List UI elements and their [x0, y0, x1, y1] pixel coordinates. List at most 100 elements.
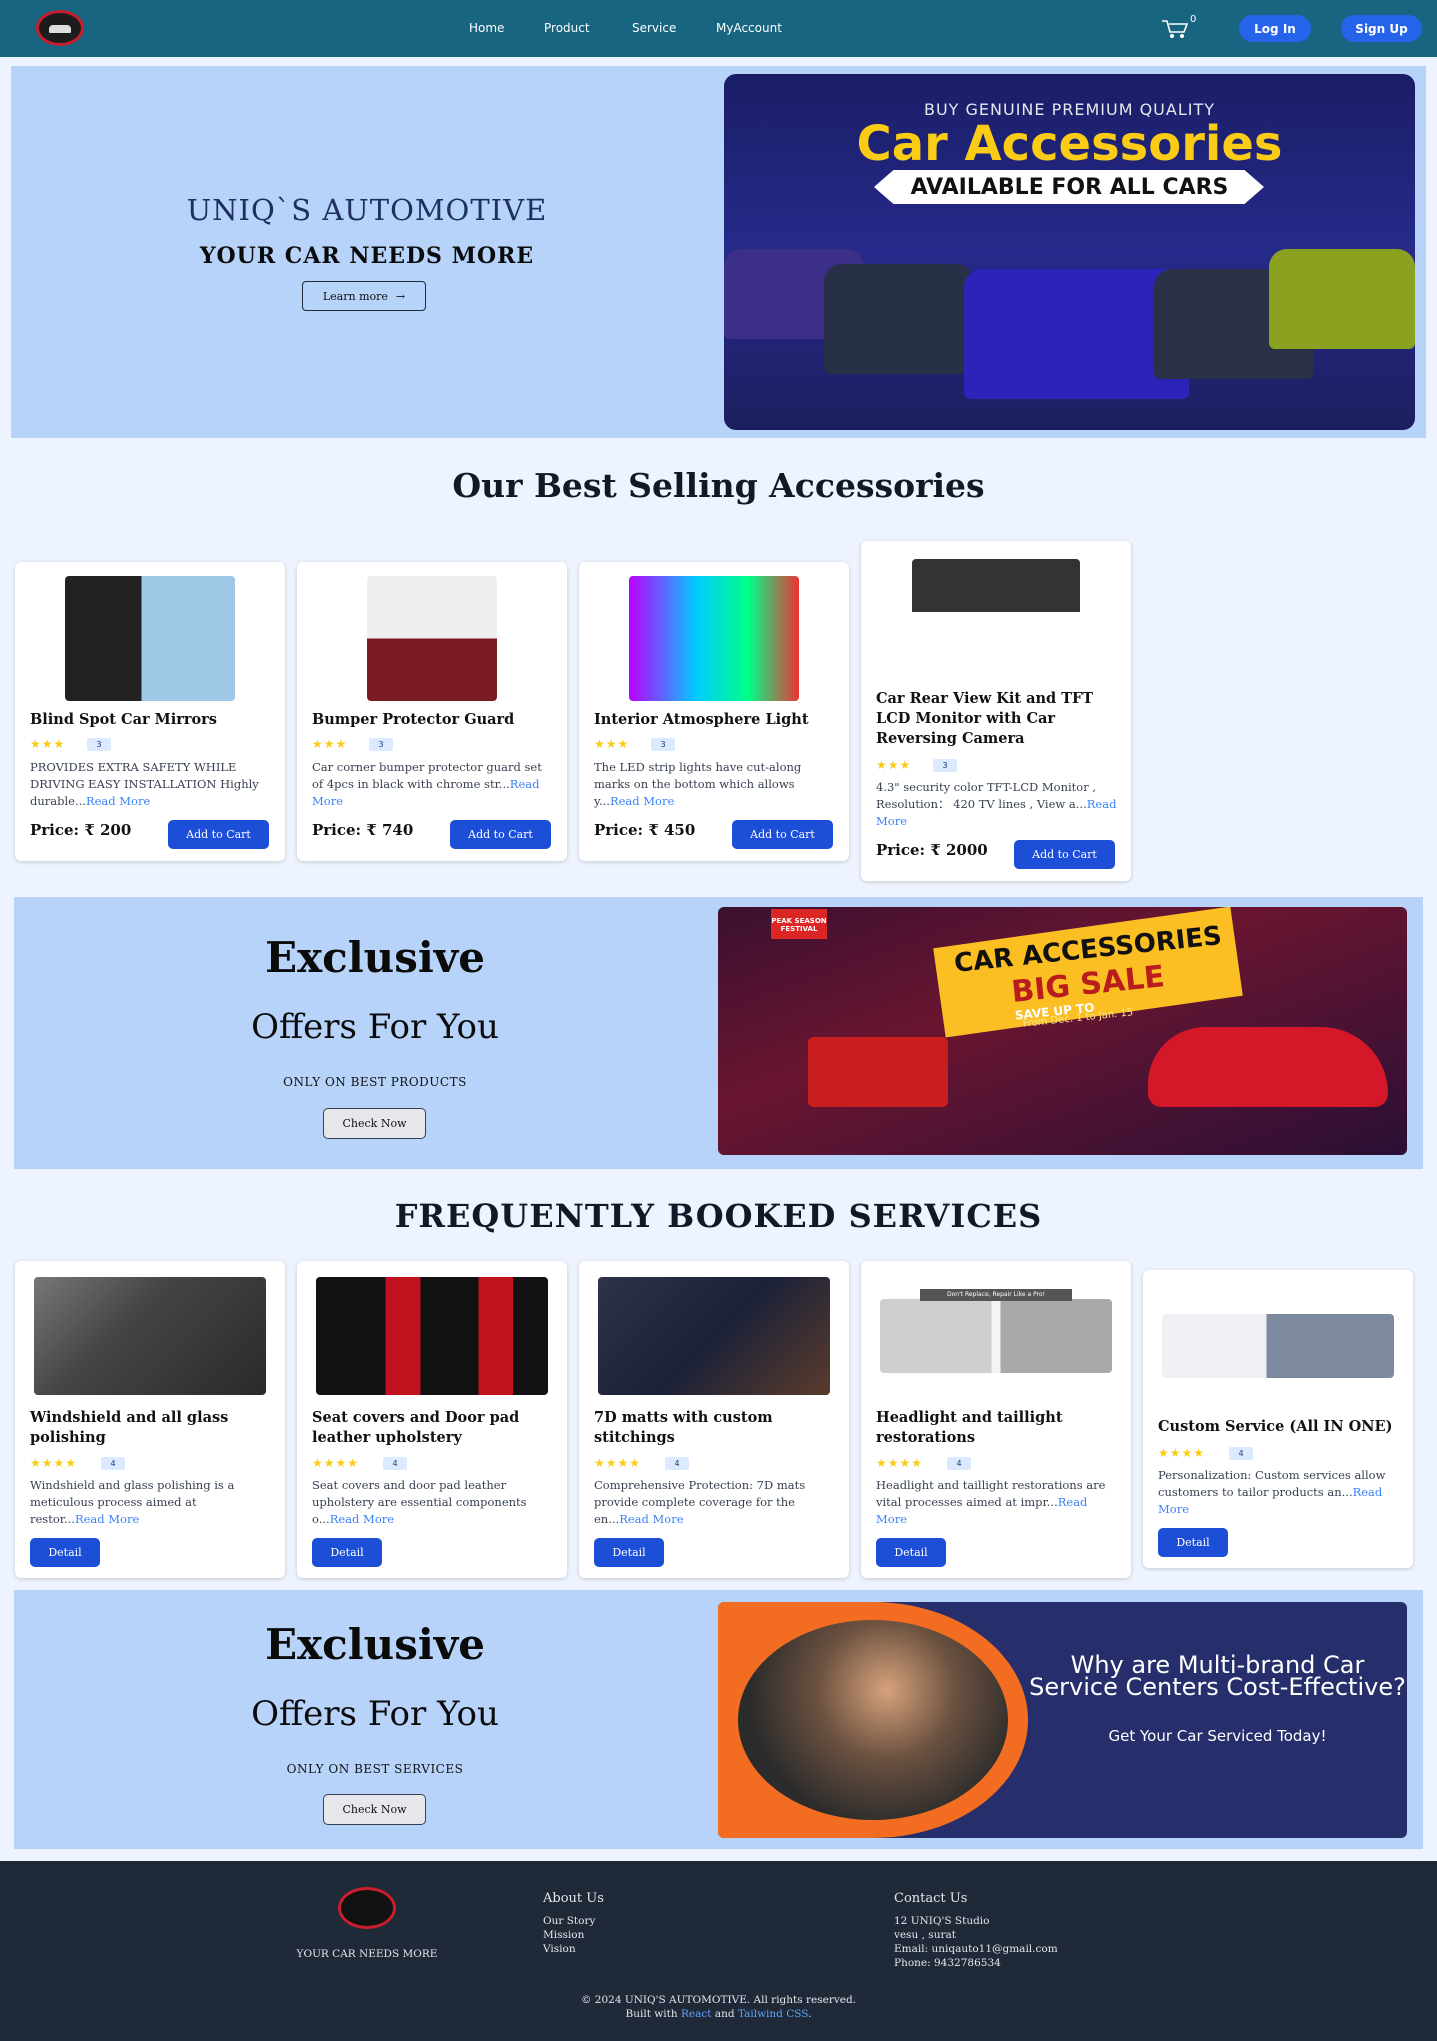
arrow-right-icon: →: [395, 289, 406, 303]
product-title: Blind Spot Car Mirrors: [30, 711, 217, 728]
service-desc: Windshield and glass polishing is a meti…: [30, 1478, 235, 1526]
offer-banner-services: Exclusive Offers For You ONLY ON BEST SE…: [14, 1590, 1423, 1849]
tailwind-link[interactable]: Tailwind CSS: [738, 2008, 808, 2020]
cart-icon[interactable]: [1160, 18, 1192, 38]
service-image: [34, 1277, 266, 1395]
service-desc: Comprehensive Protection: 7D mats provid…: [594, 1478, 806, 1526]
star-icon: ★★★★: [1158, 1446, 1206, 1460]
service-card: Custom Service (All IN ONE) ★★★★ 4 Perso…: [1143, 1270, 1413, 1568]
product-image: [65, 576, 235, 701]
footer-link-vision[interactable]: Vision: [543, 1943, 576, 1955]
contact-phone: Phone: 9432786534: [894, 1957, 1001, 1969]
check-now-button[interactable]: Check Now: [323, 1108, 426, 1139]
detail-button[interactable]: Detail: [1158, 1528, 1228, 1557]
nav-product[interactable]: Product: [544, 21, 590, 35]
detail-button[interactable]: Detail: [876, 1538, 946, 1567]
footer-link-mission[interactable]: Mission: [543, 1929, 584, 1941]
cart-count: 0: [1190, 14, 1197, 25]
offer-note: ONLY ON BEST PRODUCTS: [283, 1075, 467, 1089]
detail-button[interactable]: Detail: [594, 1538, 664, 1567]
service-image: [598, 1277, 830, 1395]
nav-service[interactable]: Service: [632, 21, 676, 35]
built-with: Built with React and Tailwind CSS.: [625, 2008, 812, 2020]
detail-button[interactable]: Detail: [312, 1538, 382, 1567]
product-price: Price: ₹ 2000: [876, 841, 988, 859]
read-more-link[interactable]: Read More: [86, 794, 150, 808]
read-more-link[interactable]: Read More: [610, 794, 674, 808]
festival-badge: PEAK SEASON FESTIVAL: [771, 909, 827, 939]
red-car-image: [1148, 1027, 1388, 1107]
contact-address2: vesu , surat: [894, 1929, 956, 1941]
add-to-cart-button[interactable]: Add to Cart: [732, 820, 833, 849]
top-navbar: Home Product Service MyAccount 0 Log In …: [0, 0, 1437, 57]
rating-badge: 4: [101, 1457, 125, 1470]
best-selling-title: Our Best Selling Accessories: [452, 466, 985, 505]
star-icon: ★★★★: [312, 1456, 360, 1470]
read-more-link[interactable]: Read More: [619, 1512, 683, 1526]
contact-email: Email: uniqauto11@gmail.com: [894, 1943, 1058, 1955]
hero-brand: UNIQ`S AUTOMOTIVE: [186, 193, 548, 227]
offer-heading: Exclusive: [265, 1620, 485, 1669]
product-image: [912, 559, 1080, 677]
product-card: Car Rear View Kit and TFT LCD Monitor wi…: [861, 541, 1131, 881]
nav-home[interactable]: Home: [469, 21, 504, 35]
service-image: [316, 1277, 548, 1395]
contact-address1: 12 UNIQ'S Studio: [894, 1915, 990, 1927]
headlight-banner-text: Don't Replace, Repair Like a Pro!: [920, 1289, 1072, 1301]
service-banner-image: Why are Multi-brand Car Service Centers …: [718, 1602, 1407, 1838]
rating-badge: 4: [947, 1457, 971, 1470]
add-to-cart-button[interactable]: Add to Cart: [450, 820, 551, 849]
product-desc: 4.3" security color TFT-LCD Monitor , Re…: [876, 780, 1117, 828]
copyright: © 2024 UNIQ'S AUTOMOTIVE. All rights res…: [580, 1994, 857, 2006]
footer: YOUR CAR NEEDS MORE About Us Our Story M…: [0, 1861, 1437, 2041]
about-heading: About Us: [543, 1891, 604, 1906]
rating-badge: 4: [1229, 1447, 1253, 1460]
service-desc: Personalization: Custom services allow c…: [1158, 1468, 1386, 1516]
service-card: Windshield and all glass polishing ★★★★ …: [15, 1261, 285, 1578]
service-image: [1162, 1314, 1394, 1378]
signup-button[interactable]: Sign Up: [1341, 15, 1422, 42]
product-title: Car Rear View Kit and TFT LCD Monitor wi…: [876, 690, 1094, 747]
offer-subheading: Offers For You: [251, 1694, 499, 1734]
learn-more-button[interactable]: Learn more →: [302, 281, 426, 311]
product-title: Bumper Protector Guard: [312, 711, 515, 728]
product-image: [367, 576, 497, 701]
nav-myaccount[interactable]: MyAccount: [716, 21, 782, 35]
logo-icon: [338, 1887, 396, 1929]
hero-tagline: YOUR CAR NEEDS MORE: [199, 243, 535, 269]
mechanic-photo: [738, 1620, 1008, 1820]
add-to-cart-button[interactable]: Add to Cart: [168, 820, 269, 849]
offer-note: ONLY ON BEST SERVICES: [286, 1762, 464, 1776]
service-banner-cta: Get Your Car Serviced Today!: [1108, 1727, 1327, 1745]
contact-heading: Contact Us: [894, 1891, 968, 1906]
product-card: Interior Atmosphere Light ★★★ 3 The LED …: [579, 562, 849, 861]
logo-icon[interactable]: [36, 10, 84, 46]
sale-banner-image: PEAK SEASON FESTIVAL CAR ACCESSORIES BIG…: [718, 907, 1407, 1155]
detail-button[interactable]: Detail: [30, 1538, 100, 1567]
rating-badge: 4: [665, 1457, 689, 1470]
product-title: Interior Atmosphere Light: [594, 711, 809, 728]
rating-badge: 3: [369, 738, 393, 751]
footer-link-story[interactable]: Our Story: [543, 1915, 595, 1927]
product-card: Bumper Protector Guard ★★★ 3 Car corner …: [297, 562, 567, 861]
login-button[interactable]: Log In: [1239, 15, 1311, 42]
star-icon: ★★★: [30, 737, 66, 751]
star-icon: ★★★: [312, 737, 348, 751]
star-icon: ★★★★: [876, 1456, 924, 1470]
offer-subheading: Offers For You: [251, 1007, 499, 1047]
rating-badge: 4: [383, 1457, 407, 1470]
add-to-cart-button[interactable]: Add to Cart: [1014, 840, 1115, 869]
product-image: [629, 576, 799, 701]
star-icon: ★★★: [876, 758, 912, 772]
product-price: Price: ₹ 450: [594, 821, 696, 839]
react-link[interactable]: React: [681, 2008, 711, 2020]
car-image: [824, 264, 974, 374]
product-desc: Car corner bumper protector guard set of…: [312, 760, 542, 808]
read-more-link[interactable]: Read More: [75, 1512, 139, 1526]
car-image: [1269, 249, 1415, 349]
read-more-link[interactable]: Read More: [330, 1512, 394, 1526]
footer-tagline: YOUR CAR NEEDS MORE: [296, 1948, 438, 1960]
service-title: Windshield and all glass polishing: [30, 1409, 229, 1446]
check-now-button[interactable]: Check Now: [323, 1794, 426, 1825]
rating-badge: 3: [87, 738, 111, 751]
